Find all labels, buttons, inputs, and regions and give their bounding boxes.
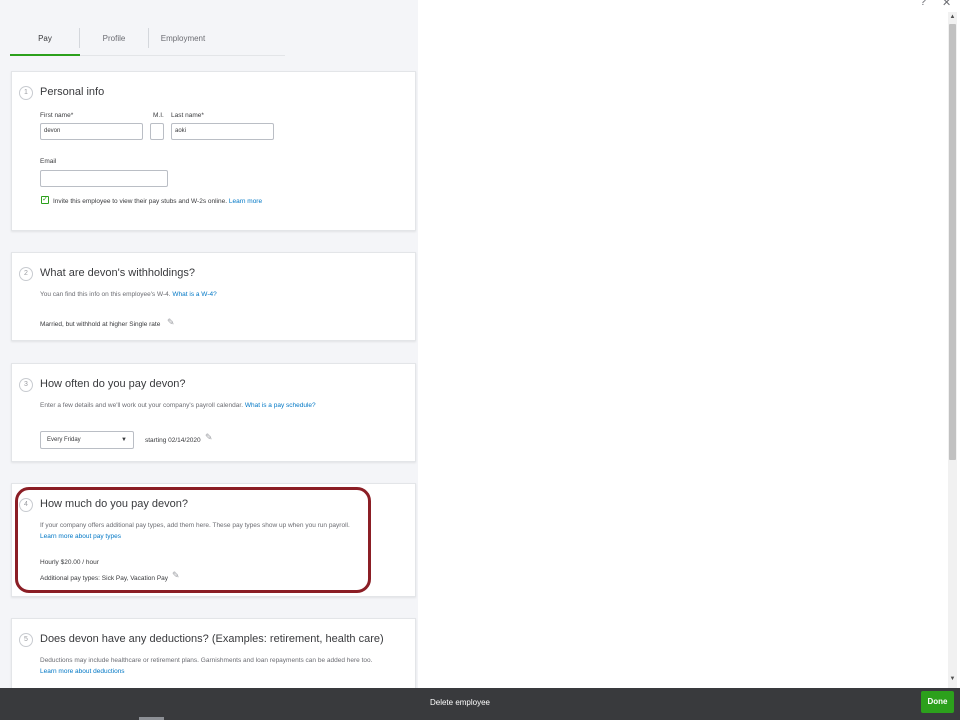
scroll-down-arrow-icon[interactable]: ▼	[948, 674, 957, 684]
pay-schedule-start-date: starting 02/14/2020	[145, 437, 201, 444]
personal-info-card: 1 Personal info First name* devon M.I. L…	[11, 71, 416, 231]
invite-checkbox[interactable]: ✓	[41, 196, 49, 204]
card-title: What are devon's withholdings?	[40, 267, 195, 279]
email-label: Email	[40, 158, 57, 165]
pay-schedule-description: Enter a few details and we'll work out y…	[40, 402, 316, 409]
middle-initial-field[interactable]	[150, 123, 164, 140]
edit-withholdings-pencil-icon[interactable]: ✎	[167, 317, 175, 328]
tab-profile[interactable]: Profile	[80, 26, 148, 56]
first-name-field[interactable]: devon	[40, 123, 143, 140]
withholdings-desc-text: You can find this info on this employee'…	[40, 291, 171, 298]
tab-employment[interactable]: Employment	[149, 26, 217, 56]
scroll-thumb[interactable]	[949, 24, 956, 460]
help-icon[interactable]: ?	[920, 0, 926, 8]
step-number: 1	[19, 86, 33, 100]
last-name-label: Last name*	[171, 112, 204, 119]
highlight-annotation	[15, 487, 371, 593]
pay-frequency-select[interactable]: Every Friday ▼	[40, 431, 134, 449]
email-field[interactable]	[40, 170, 168, 187]
pay-schedule-card: 3 How often do you pay devon? Enter a fe…	[11, 363, 416, 462]
last-name-field[interactable]: aoki	[171, 123, 274, 140]
pay-frequency-value: Every Friday	[47, 437, 81, 443]
done-button[interactable]: Done	[921, 691, 954, 713]
chevron-down-icon: ▼	[121, 437, 127, 443]
what-is-w4-link[interactable]: What is a W-4?	[172, 291, 216, 298]
scroll-up-arrow-icon[interactable]: ▲	[948, 12, 957, 22]
first-name-label: First name*	[40, 112, 74, 119]
what-is-pay-schedule-link[interactable]: What is a pay schedule?	[245, 402, 316, 409]
tab-pay[interactable]: Pay	[10, 26, 80, 56]
pay-schedule-desc-text: Enter a few details and we'll work out y…	[40, 402, 244, 409]
deductions-description: Deductions may include healthcare or ret…	[40, 657, 373, 664]
invite-label: Invite this employee to view their pay s…	[53, 198, 228, 205]
edit-pay-schedule-pencil-icon[interactable]: ✎	[205, 432, 213, 443]
invite-learn-more-link[interactable]: Learn more	[229, 198, 262, 205]
close-icon[interactable]: ✕	[942, 0, 951, 9]
delete-employee-button[interactable]: Delete employee	[380, 688, 540, 718]
learn-more-deductions-link[interactable]: Learn more about deductions	[40, 668, 125, 675]
card-title: How often do you pay devon?	[40, 378, 186, 390]
step-number: 5	[19, 633, 33, 647]
tab-bar: Pay Profile Employment	[10, 26, 285, 56]
step-number: 3	[19, 378, 33, 392]
withholding-status: Married, but withhold at higher Single r…	[40, 321, 161, 328]
step-number: 2	[19, 267, 33, 281]
card-title: Personal info	[40, 86, 105, 98]
vertical-scrollbar[interactable]: ▲ ▼	[948, 12, 957, 688]
deductions-card: 5 Does devon have any deductions? (Examp…	[11, 618, 416, 688]
withholdings-description: You can find this info on this employee'…	[40, 291, 217, 298]
invite-text: Invite this employee to view their pay s…	[53, 198, 262, 205]
card-title: Does devon have any deductions? (Example…	[40, 633, 384, 645]
middle-initial-label: M.I.	[153, 112, 164, 119]
withholdings-card: 2 What are devon's withholdings? You can…	[11, 252, 416, 341]
footer-action-bar: Delete employee Done	[0, 688, 960, 720]
